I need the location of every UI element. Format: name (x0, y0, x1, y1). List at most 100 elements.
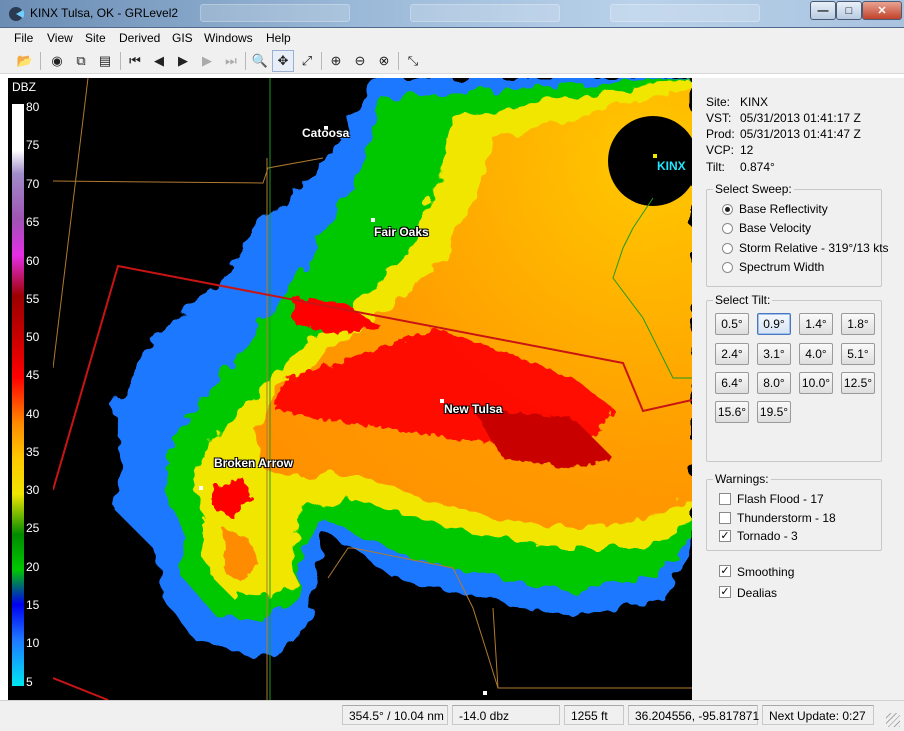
tilt-button-selected[interactable]: 0.9° (757, 313, 791, 335)
radar-site-label: KINX (657, 159, 686, 173)
title-bar[interactable]: KINX Tulsa, OK - GRLevel2 — □ ✕ (0, 0, 904, 28)
warnings-group-title: Warnings: (713, 472, 771, 486)
maximize-button[interactable]: □ (836, 1, 862, 20)
toolbar-separator (40, 52, 41, 70)
toolbar-separator (120, 52, 121, 70)
tilt-button[interactable]: 2.4° (715, 343, 749, 365)
tilt-button[interactable]: 1.8° (841, 313, 875, 335)
legend-title: DBZ (12, 80, 36, 94)
status-height: 1255 ft (564, 705, 624, 725)
menu-bar: File View Site Derived GIS Windows Help (0, 28, 904, 48)
town-label-new-tulsa: New Tulsa (444, 402, 503, 416)
warnings-group: Warnings: Flash Flood - 17 Thunderstorm … (706, 472, 882, 551)
tilt-button[interactable]: 0.5° (715, 313, 749, 335)
flash-flood-label[interactable]: Flash Flood - 17 (737, 492, 824, 506)
measure-icon[interactable]: ⤢ (296, 50, 318, 72)
tilt-value: 0.874° (740, 160, 775, 174)
smoothing-label[interactable]: Smoothing (737, 565, 794, 579)
tilt-group: Select Tilt: 0.5° 0.9° 1.4° 1.8° 2.4° 3.… (706, 293, 882, 462)
menu-file[interactable]: File (14, 31, 33, 45)
open-icon[interactable]: 📂 (14, 50, 36, 72)
radar-image (53, 78, 692, 700)
legend-label: 70 (26, 177, 40, 191)
legend-label: 25 (26, 521, 40, 535)
town-marker (371, 218, 375, 222)
menu-site[interactable]: Site (85, 31, 106, 45)
sweep-label[interactable]: Base Reflectivity (739, 202, 828, 216)
vst-value: 05/31/2013 01:41:17 Z (740, 111, 861, 125)
thunderstorm-checkbox[interactable] (719, 512, 731, 524)
zoom-icon[interactable]: 🔍 (249, 50, 271, 72)
stop-icon[interactable]: ◉ (46, 50, 68, 72)
menu-windows[interactable]: Windows (204, 31, 253, 45)
thunderstorm-label[interactable]: Thunderstorm - 18 (737, 511, 836, 525)
tilt-group-title: Select Tilt: (713, 293, 773, 307)
flash-flood-checkbox[interactable] (719, 493, 731, 505)
legend-label: 50 (26, 330, 40, 344)
tilt-button[interactable]: 6.4° (715, 372, 749, 394)
warning-polygon-edge (53, 677, 109, 700)
dbz-legend: DBZ 80 75 70 65 60 55 50 45 40 35 30 25 … (8, 78, 53, 700)
toolbar-separator (321, 52, 322, 70)
zoom-reset-icon[interactable]: ⊗ (373, 50, 395, 72)
sweep-group: Select Sweep: Base Reflectivity Base Vel… (706, 182, 889, 287)
menu-view[interactable]: View (47, 31, 73, 45)
resize-grip[interactable] (886, 713, 900, 727)
tilt-button[interactable]: 19.5° (757, 401, 791, 423)
smoothing-checkbox[interactable]: ✓ (719, 565, 731, 577)
radar-map[interactable]: Catoosa Fair Oaks New Tulsa Broken Arrow… (53, 78, 692, 700)
menu-derived[interactable]: Derived (119, 31, 160, 45)
status-value: -14.0 dbz (452, 705, 560, 725)
prod-key: Prod: (706, 127, 735, 141)
sweep-label[interactable]: Storm Relative - 319°/13 kts (739, 241, 889, 255)
sweep-radio-storm-relative[interactable] (722, 243, 733, 254)
sweep-label[interactable]: Base Velocity (739, 221, 811, 235)
legend-color-scale (12, 104, 24, 686)
tilt-button[interactable]: 3.1° (757, 343, 791, 365)
play-icon[interactable]: ▶ (172, 50, 194, 72)
skip-last-icon[interactable]: ⏭ (220, 50, 242, 72)
copy-icon[interactable]: ⧉ (70, 50, 92, 72)
status-bearing: 354.5° / 10.04 nm (342, 705, 448, 725)
vst-key: VST: (706, 111, 732, 125)
toolbar-separator (398, 52, 399, 70)
legend-label: 55 (26, 292, 40, 306)
tilt-button[interactable]: 15.6° (715, 401, 749, 423)
menu-gis[interactable]: GIS (172, 31, 193, 45)
skip-first-icon[interactable]: ⏮ (124, 50, 146, 72)
tilt-button[interactable]: 10.0° (799, 372, 833, 394)
sweep-radio-spectrum-width[interactable] (722, 262, 733, 273)
step-back-icon[interactable]: ◀ (148, 50, 170, 72)
sweep-label[interactable]: Spectrum Width (739, 260, 824, 274)
tornado-checkbox[interactable]: ✓ (719, 530, 731, 542)
tornado-label[interactable]: Tornado - 3 (737, 529, 798, 543)
zoom-in-icon[interactable]: ⊕ (325, 50, 347, 72)
site-key: Site: (706, 95, 731, 109)
tilt-button[interactable]: 4.0° (799, 343, 833, 365)
minimize-button[interactable]: — (810, 1, 836, 20)
vcp-value: 12 (740, 143, 754, 157)
town-marker (483, 691, 487, 695)
sample-icon[interactable]: ⤡ (402, 50, 424, 72)
step-forward-icon[interactable]: ▶ (196, 50, 218, 72)
town-label-catoosa: Catoosa (302, 126, 350, 140)
close-button[interactable]: ✕ (862, 1, 902, 20)
dealias-checkbox[interactable]: ✓ (719, 586, 731, 598)
sweep-radio-base-reflectivity[interactable] (722, 204, 733, 215)
tilt-key: Tilt: (706, 160, 725, 174)
sweep-radio-base-velocity[interactable] (722, 223, 733, 234)
tilt-button[interactable]: 5.1° (841, 343, 875, 365)
site-value: KINX (740, 95, 769, 109)
dealias-label[interactable]: Dealias (737, 586, 777, 600)
legend-label: 20 (26, 560, 40, 574)
status-coordinates: 36.204556, -95.817871 (628, 705, 759, 725)
town-marker (199, 486, 203, 490)
pan-icon[interactable]: ✥ (272, 50, 294, 72)
menu-help[interactable]: Help (266, 31, 291, 45)
tilt-button[interactable]: 8.0° (757, 372, 791, 394)
print-icon[interactable]: ▤ (94, 50, 116, 72)
sweep-group-title: Select Sweep: (713, 182, 794, 196)
tilt-button[interactable]: 12.5° (841, 372, 875, 394)
tilt-button[interactable]: 1.4° (799, 313, 833, 335)
zoom-out-icon[interactable]: ⊖ (349, 50, 371, 72)
